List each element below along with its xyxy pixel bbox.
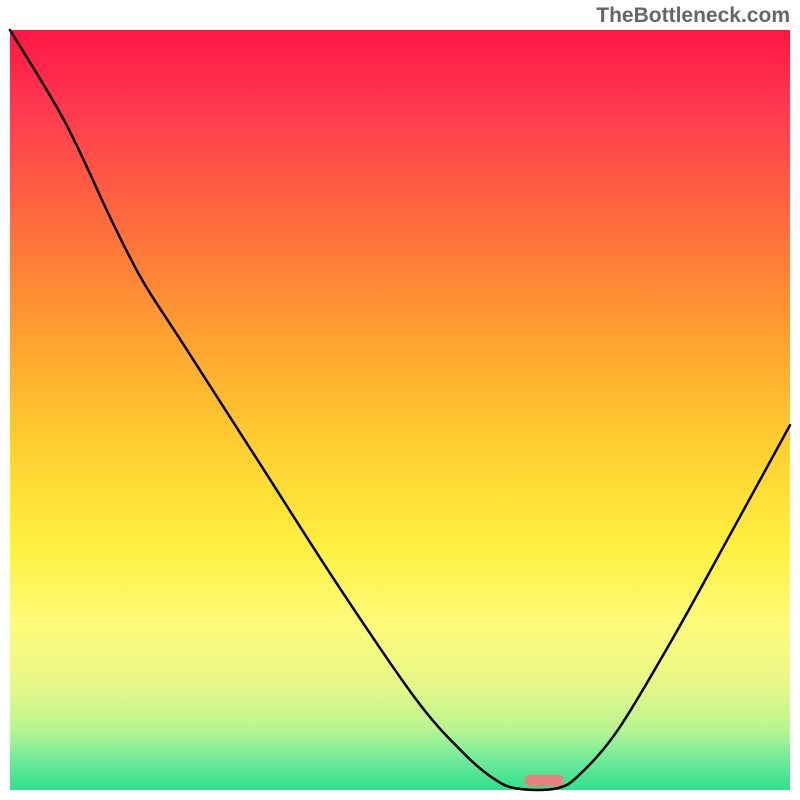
optimal-zone-marker xyxy=(525,775,564,786)
bottleneck-chart: TheBottleneck.com xyxy=(0,0,800,800)
chart-svg xyxy=(0,0,800,800)
watermark-label: TheBottleneck.com xyxy=(596,4,790,28)
